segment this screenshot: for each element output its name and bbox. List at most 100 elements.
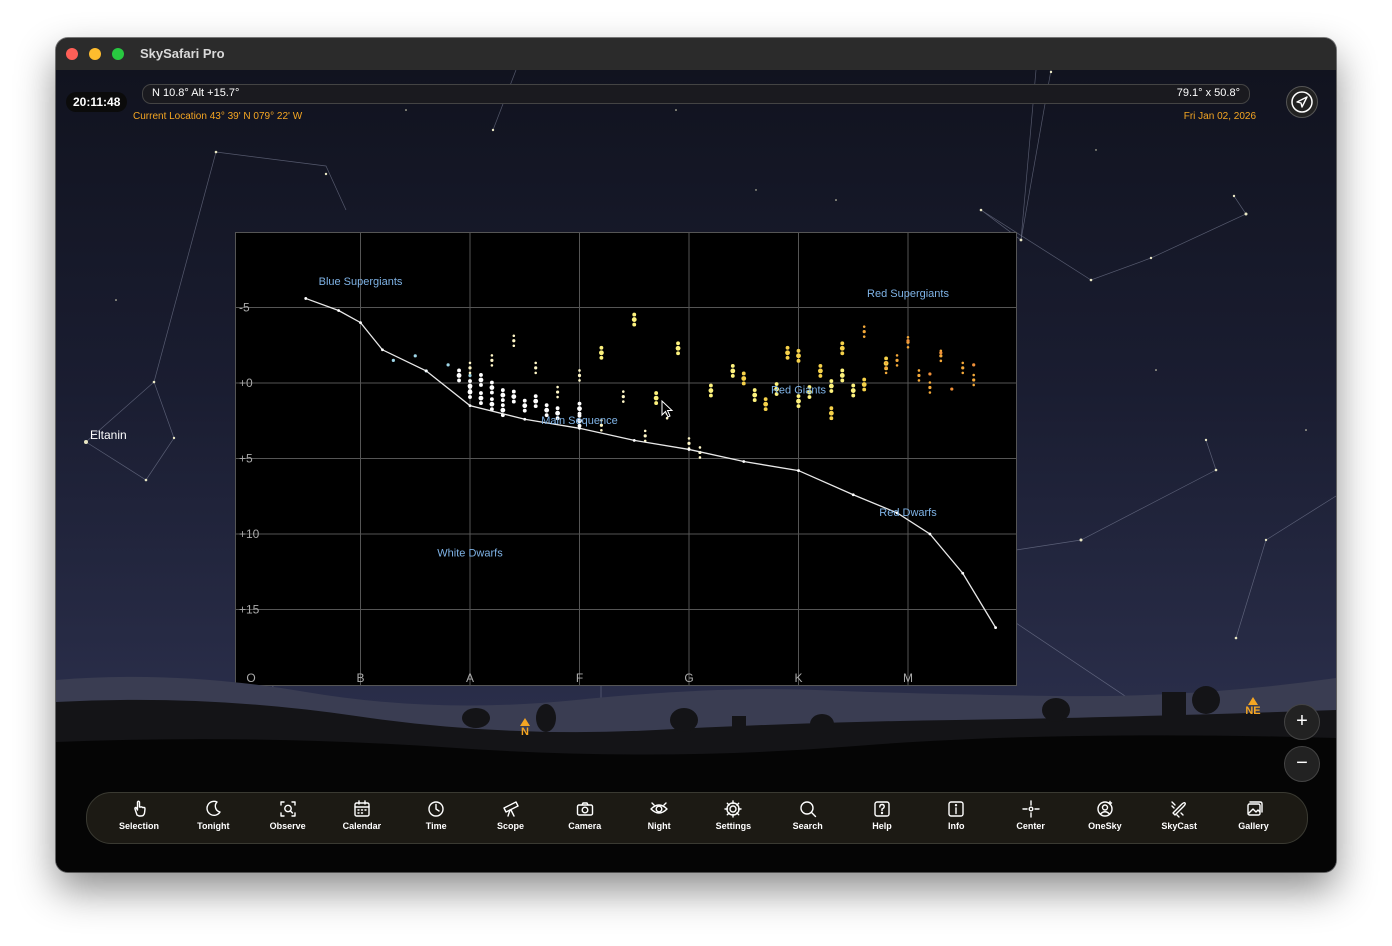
- onesky-icon: [1097, 800, 1113, 817]
- telescope-icon: [502, 801, 519, 817]
- star-point: [555, 406, 560, 411]
- toolbar-label: Gallery: [1238, 821, 1269, 831]
- star-point: [457, 378, 461, 383]
- star-point: [687, 441, 691, 445]
- toolbar-label: Camera: [568, 821, 602, 831]
- star-point: [928, 385, 932, 390]
- star-point: [391, 358, 395, 362]
- star-point: [512, 339, 516, 343]
- star-point: [653, 395, 659, 401]
- toolbar-label: Scope: [496, 821, 524, 831]
- toolbar-settings-button[interactable]: Settings: [703, 799, 763, 831]
- current-location: Current Location 43° 39' N 079° 22' W: [133, 111, 303, 122]
- star-point: [468, 373, 472, 378]
- star-point: [544, 407, 550, 413]
- zoom-window-button[interactable]: [112, 48, 124, 60]
- star-point: [972, 363, 976, 367]
- star-point: [456, 373, 462, 378]
- star-point: [534, 366, 538, 370]
- star-point: [490, 354, 494, 357]
- star-point: [862, 387, 867, 392]
- toolbar-scope-button[interactable]: Scope: [481, 799, 541, 831]
- toolbar-night-button[interactable]: Night: [629, 799, 689, 831]
- toolbar-label: Center: [1016, 821, 1045, 831]
- star-point: [741, 381, 746, 386]
- minimize-button[interactable]: [89, 48, 101, 60]
- toolbar-label: Settings: [715, 821, 752, 831]
- position-bar[interactable]: N 10.8° Alt +15.7° 79.1° x 50.8°: [142, 84, 1250, 104]
- close-button[interactable]: [66, 48, 78, 60]
- gear-icon: [724, 800, 743, 818]
- toolbar-observe-button[interactable]: Observe: [258, 799, 318, 831]
- title-bar: SkySafari Pro: [56, 38, 1336, 71]
- clock-badge[interactable]: 20:11:48: [66, 92, 128, 112]
- toolbar-search-button[interactable]: Search: [778, 799, 838, 831]
- curve-point: [632, 438, 636, 442]
- compass-north: N: [515, 718, 535, 738]
- star-point: [818, 374, 823, 378]
- star-point: [785, 355, 790, 360]
- zoom-in-button[interactable]: +: [1284, 704, 1320, 740]
- star-point: [708, 383, 713, 388]
- navigation-button[interactable]: [1286, 86, 1318, 118]
- star-point: [850, 388, 856, 393]
- star-point: [972, 378, 976, 382]
- hr-diagram[interactable]: O B A F G K M -5 +0 +5 +10 +15 Blue Supergiants Red S…: [235, 232, 1017, 686]
- star-point: [631, 317, 637, 322]
- region-label: White Dwarfs: [437, 548, 503, 560]
- curve-point: [337, 309, 340, 312]
- star-point: [829, 379, 834, 383]
- star-point: [489, 385, 495, 390]
- curve-point: [578, 426, 581, 430]
- toolbar-help-button[interactable]: Help: [852, 799, 912, 831]
- star-point: [468, 385, 472, 389]
- toolbar-camera-button[interactable]: Camera: [555, 799, 615, 831]
- region-label: Red Giants: [771, 385, 827, 397]
- y-tick-label: +10: [239, 527, 260, 541]
- toolbar-time-button[interactable]: Time: [406, 799, 466, 831]
- curve-point: [851, 493, 855, 497]
- star-point: [939, 359, 943, 363]
- star-point: [862, 335, 866, 338]
- toolbar-selection-button[interactable]: Selection: [109, 799, 169, 831]
- star-point: [906, 345, 910, 349]
- info-icon: [948, 801, 964, 817]
- star-point: [479, 383, 483, 387]
- star-point: [961, 361, 965, 365]
- star-point: [785, 345, 790, 350]
- star-point: [577, 406, 582, 412]
- star-point: [490, 364, 494, 367]
- toolbar-tonight-button[interactable]: Tonight: [183, 799, 243, 831]
- field-of-view-readout: 79.1° x 50.8°: [1176, 87, 1240, 99]
- curve-point: [304, 297, 308, 300]
- star-point: [763, 401, 769, 407]
- toolbar-onesky-button[interactable]: OneSky: [1075, 799, 1135, 831]
- toolbar-center-button[interactable]: Center: [1001, 799, 1061, 831]
- star-point: [961, 371, 965, 375]
- toolbar-skycast-button[interactable]: SkyCast: [1149, 799, 1209, 831]
- star-point: [884, 371, 888, 375]
- toolbar-label: Calendar: [342, 821, 382, 831]
- star-point: [556, 395, 559, 399]
- star-point: [906, 335, 910, 339]
- toolbar-calendar-button[interactable]: Calendar: [332, 799, 392, 831]
- star-point: [917, 369, 921, 372]
- zoom-out-button[interactable]: −: [1284, 746, 1320, 782]
- curve-point: [742, 460, 746, 463]
- star-point: [861, 382, 867, 387]
- skycast-icon: [1171, 801, 1187, 818]
- toolbar-gallery-button[interactable]: Gallery: [1224, 799, 1284, 831]
- toolbar-label: OneSky: [1088, 821, 1122, 831]
- star-point: [840, 378, 845, 383]
- app-window: SkySafari Pro 20:11:48 N 10.8° Alt +15.7…: [56, 38, 1336, 872]
- star-point: [939, 351, 943, 355]
- toolbar-info-button[interactable]: Info: [926, 799, 986, 831]
- crosshair-icon: [1021, 800, 1040, 818]
- star-point: [533, 404, 538, 409]
- sky-view[interactable]: 20:11:48 N 10.8° Alt +15.7° 79.1° x 50.8…: [56, 70, 1336, 872]
- star-label-eltanin[interactable]: Eltanin: [90, 428, 127, 442]
- camera-icon: [576, 802, 593, 816]
- star-point: [708, 393, 713, 398]
- star-point: [950, 387, 954, 391]
- hand-pointer-icon: [134, 800, 146, 817]
